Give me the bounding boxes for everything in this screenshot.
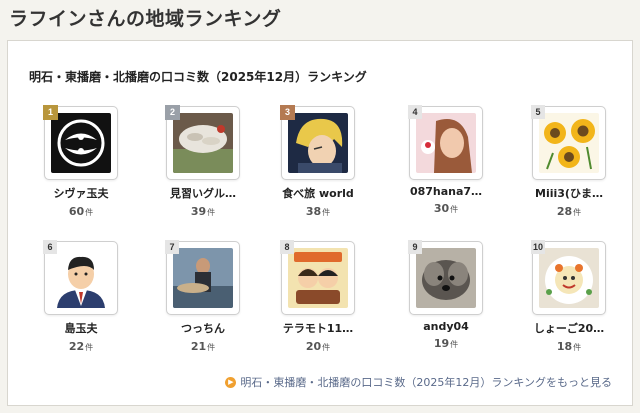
food-photo-avatar [173,113,233,173]
review-count: 60件 [68,205,94,218]
user-name[interactable]: つっちん [148,320,258,336]
avatar-frame[interactable]: 1 [43,105,118,180]
rank-badge-silver: 2 [165,105,180,120]
rank-badge: 6 [43,240,57,254]
avatar-frame[interactable]: 9 [408,240,483,315]
review-count: 28件 [556,205,582,218]
rank-badge-gold: 1 [43,105,58,120]
avatar-frame[interactable]: 5 [531,105,606,180]
rank-badge: 10 [531,240,545,254]
rank-badge: 5 [531,105,545,119]
review-count: 20件 [305,340,331,353]
ranking-user-7[interactable]: 7 つっちん 21件 [148,240,258,353]
avatar-frame[interactable]: 2 [165,105,240,180]
ranking-user-2[interactable]: 2 見習いグル… 39件 [148,105,258,218]
arrow-right-icon: ▶ [225,376,237,388]
review-count: 30件 [433,202,459,215]
ranking-user-9[interactable]: 9 andy04 19件 [391,240,501,350]
plated-dish-avatar [539,248,599,308]
user-name[interactable]: しょーご20… [514,320,624,336]
user-name[interactable]: 087hana7… [391,185,501,198]
dog-photo-avatar [416,248,476,308]
ranking-panel: 明石・東播磨・北播磨の口コミ数（2025年12月）ランキング 1 シヴァ玉夫 6… [7,40,633,406]
avatar-frame[interactable]: 4 [408,105,483,180]
sunflower-drawing-avatar [539,113,599,173]
review-count: 39件 [190,205,216,218]
ranking-user-1[interactable]: 1 シヴァ玉夫 60件 [26,105,136,218]
avatar-frame[interactable]: 7 [165,240,240,315]
rank-badge-bronze: 3 [280,105,295,120]
review-count: 18件 [556,340,582,353]
family-crest-avatar [51,113,111,173]
businessman-illustration-avatar [51,248,111,308]
ranking-user-5[interactable]: 5 Miii3(ひま… 28件 [514,105,624,218]
more-ranking-link[interactable]: ▶ 明石・東播磨・北播磨の口コミ数（2025年12月）ランキングをもっと見る [225,374,612,390]
more-ranking-label[interactable]: 明石・東播磨・北播磨の口コミ数（2025年12月）ランキングをもっと見る [240,374,612,390]
rank-badge: 7 [165,240,179,254]
avatar-frame[interactable]: 6 [43,240,118,315]
ranking-user-10[interactable]: 10 しょーご20… 18件 [514,240,624,353]
rank-badge: 9 [408,240,422,254]
avatar-frame[interactable]: 8 [280,240,355,315]
review-count: 22件 [68,340,94,353]
user-name[interactable]: 見習いグル… [148,185,258,201]
page-title: ラフインさんの地域ランキング [9,8,282,30]
avatar-frame[interactable]: 3 [280,105,355,180]
person-photo-avatar [416,113,476,173]
anime-character-avatar [288,113,348,173]
avatar-frame[interactable]: 10 [531,240,606,315]
review-count: 38件 [305,205,331,218]
couple-illustration-avatar [288,248,348,308]
user-name[interactable]: andy04 [391,320,501,333]
review-count: 19件 [433,337,459,350]
review-count: 21件 [190,340,216,353]
rank-badge: 8 [280,240,294,254]
user-name[interactable]: Miii3(ひま… [514,185,624,201]
rank-badge: 4 [408,105,422,119]
ranking-heading: 明石・東播磨・北播磨の口コミ数（2025年12月）ランキング [29,70,367,84]
user-name[interactable]: 食べ旅 world [263,185,373,201]
user-name[interactable]: 島玉夫 [26,320,136,336]
fishing-photo-avatar [173,248,233,308]
ranking-user-4[interactable]: 4 087hana7… 30件 [391,105,501,215]
user-name[interactable]: テラモト11… [263,320,373,336]
ranking-user-6[interactable]: 6 島玉夫 22件 [26,240,136,353]
user-name[interactable]: シヴァ玉夫 [26,185,136,201]
ranking-user-3[interactable]: 3 食べ旅 world 38件 [263,105,373,218]
ranking-user-8[interactable]: 8 テラモト11… 20件 [263,240,373,353]
